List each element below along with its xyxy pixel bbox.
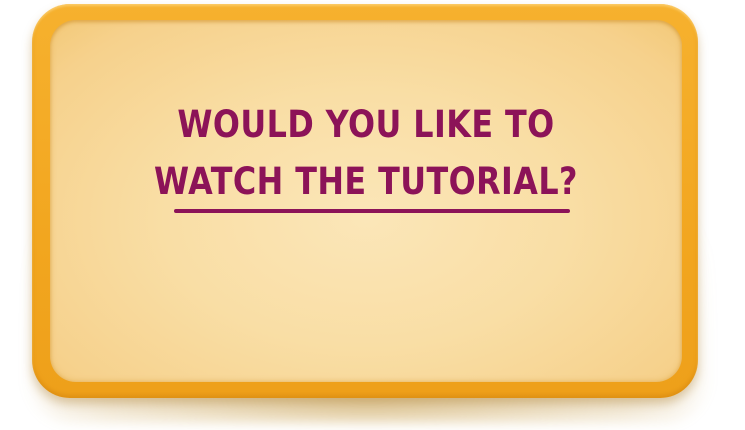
dialog-title-line-1: WOULD YOU LIKE TO — [177, 103, 555, 146]
game-screen: WOULD YOU LIKE TO WATCH THE TUTORIAL? — [0, 0, 745, 430]
dialog-panel: WOULD YOU LIKE TO WATCH THE TUTORIAL? — [50, 20, 682, 382]
title-underline — [174, 209, 570, 213]
tutorial-prompt-dialog: WOULD YOU LIKE TO WATCH THE TUTORIAL? — [32, 4, 698, 398]
dialog-title-line-2: WATCH THE TUTORIAL? — [154, 160, 578, 203]
dialog-title: WOULD YOU LIKE TO WATCH THE TUTORIAL? — [50, 96, 682, 210]
